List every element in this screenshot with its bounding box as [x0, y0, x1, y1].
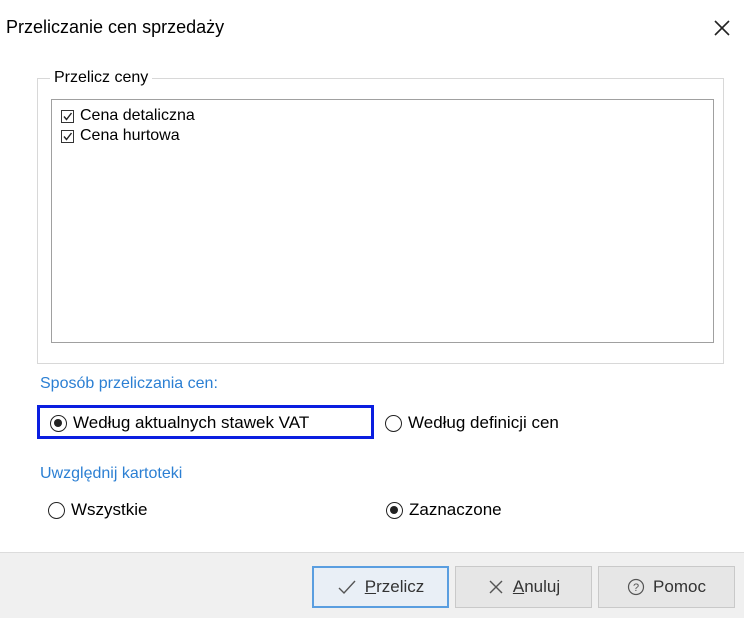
- radio-label: Wszystkie: [71, 500, 148, 519]
- recalc-button[interactable]: Przelicz: [312, 566, 449, 608]
- list-item-label: Cena hurtowa: [80, 127, 180, 144]
- recalc-button-label: Przelicz: [364, 577, 425, 596]
- radio-label: Zaznaczone: [409, 500, 502, 519]
- price-list[interactable]: Cena detaliczna Cena hurtowa: [51, 99, 714, 343]
- cancel-button[interactable]: Anuluj: [455, 566, 592, 608]
- method-section-label: Sposób przeliczania cen:: [40, 375, 218, 392]
- records-section-label: Uwzględnij kartoteki: [40, 465, 183, 482]
- radio-selected-records[interactable]: Zaznaczone: [386, 500, 502, 520]
- checkbox-wholesale-price[interactable]: [61, 129, 74, 143]
- help-button[interactable]: ? Pomoc: [598, 566, 735, 608]
- radio-label: Według definicji cen: [408, 413, 559, 432]
- checkmark-icon: [63, 112, 73, 121]
- cancel-icon: [489, 580, 503, 594]
- help-button-label: Pomoc: [653, 577, 706, 596]
- group-legend: Przelicz ceny: [50, 69, 153, 87]
- help-icon: ?: [627, 578, 645, 596]
- cancel-button-label: Anuluj: [512, 577, 561, 596]
- recalc-prices-dialog: Przeliczanie cen sprzedaży Przelicz ceny…: [0, 0, 744, 618]
- list-item-retail-price[interactable]: Cena detaliczna: [61, 106, 195, 126]
- radio-selected-icon: [386, 501, 403, 519]
- checkmark-icon: [63, 132, 73, 141]
- radio-selected-icon: [50, 414, 67, 432]
- list-item-wholesale-price[interactable]: Cena hurtowa: [61, 126, 180, 146]
- close-button[interactable]: [708, 14, 736, 42]
- radio-unselected-icon: [385, 414, 402, 432]
- radio-label: Według aktualnych stawek VAT: [73, 413, 310, 432]
- checkbox-retail-price[interactable]: [61, 109, 74, 123]
- radio-by-vat-rates[interactable]: Według aktualnych stawek VAT: [50, 413, 309, 433]
- checkmark-icon: [338, 580, 356, 595]
- svg-text:?: ?: [633, 582, 639, 594]
- close-icon: [714, 20, 730, 36]
- radio-by-price-definitions[interactable]: Według definicji cen: [385, 413, 559, 433]
- radio-unselected-icon: [48, 501, 65, 519]
- dialog-title: Przeliczanie cen sprzedaży: [6, 17, 225, 37]
- radio-all-records[interactable]: Wszystkie: [48, 500, 148, 520]
- list-item-label: Cena detaliczna: [80, 107, 195, 124]
